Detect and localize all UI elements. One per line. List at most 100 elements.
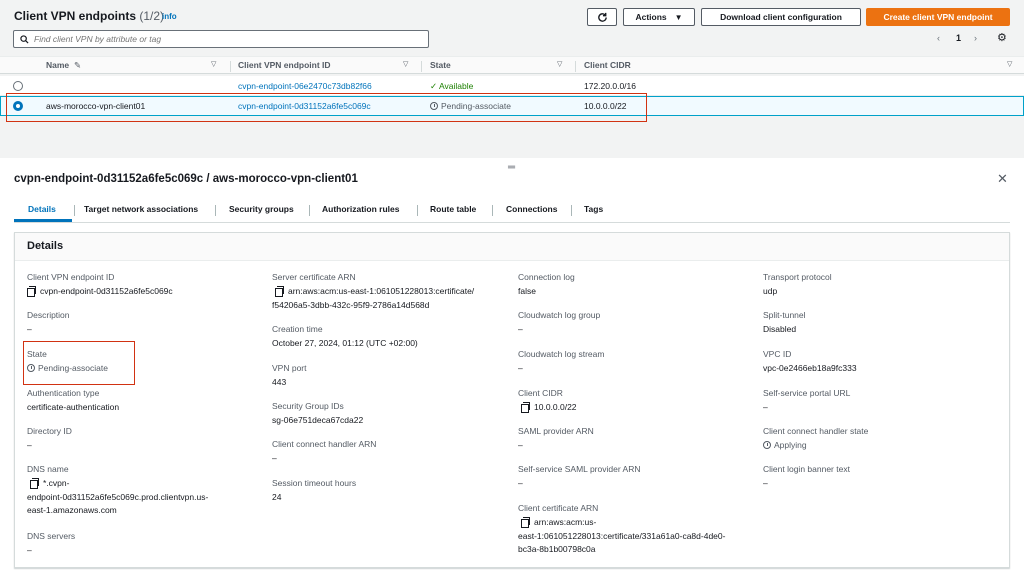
tab-connections[interactable]: Connections [506,204,557,214]
copy-icon[interactable] [27,286,36,297]
vpn-port-label: VPN port [272,363,307,373]
portal-url-value: – [763,402,768,412]
connect-handler-arn-value: – [272,453,277,463]
table-header: Name ✎ ▽ Client VPN endpoint ID ▽ State … [0,56,1024,74]
split-tunnel-label: Split-tunnel [763,310,806,320]
vpn-port-value: 443 [272,377,287,387]
search-input[interactable] [34,34,414,44]
banner-label: Client login banner text [763,464,850,474]
tab-route-table[interactable]: Route table [430,204,476,214]
actions-button[interactable]: Actions ▼ [623,8,695,26]
server-cert-label: Server certificate ARN [272,272,356,282]
sort-cidr-icon[interactable]: ▽ [1007,60,1012,68]
copy-icon[interactable] [521,517,530,528]
tab-target-network[interactable]: Target network associations [84,204,198,214]
handler-state-label: Client connect handler state [763,426,869,436]
session-timeout-label: Session timeout hours [272,478,357,488]
refresh-button[interactable] [587,8,617,26]
col-state[interactable]: State [430,60,451,70]
row-radio[interactable] [13,81,23,91]
creation-time-label: Creation time [272,324,323,334]
row-state: ✓ Available [430,81,474,91]
cw-log-group-value: – [518,324,523,334]
row-cidr: 172.20.0.0/16 [584,81,636,91]
active-tab-indicator [14,219,72,222]
description-label: Description [27,310,70,320]
directory-id-value: – [27,440,32,450]
auth-type-label: Authentication type [27,388,100,398]
connect-handler-arn-label: Client connect handler ARN [272,439,377,449]
split-tunnel-value: Disabled [763,324,797,334]
sort-name-icon[interactable]: ▽ [211,60,216,68]
directory-id-label: Directory ID [27,426,72,436]
connection-log-value: false [518,286,536,296]
cw-log-stream-value: – [518,363,523,373]
row-endpoint-id-link[interactable]: cvpn-endpoint-06e2470c73db82f66 [238,81,372,91]
server-cert-value: arn:aws:acm:us-east-1:061051228013:certi… [272,286,475,310]
col-client-cidr[interactable]: Client CIDR [584,60,631,70]
saml-provider-label: SAML provider ARN [518,426,594,436]
cw-log-group-label: Cloudwatch log group [518,310,601,320]
search-icon [20,34,29,44]
details-heading: Details [27,240,64,252]
auth-type-value: certificate-authentication [27,402,120,412]
transport-value: udp [763,286,778,296]
client-cidr-value: 10.0.0.0/22 [518,401,577,415]
detail-title: cvpn-endpoint-0d31152a6fe5c069c / aws-mo… [14,173,358,185]
download-config-button[interactable]: Download client configuration [701,8,861,26]
handler-state-value: Applying [763,439,807,453]
col-endpoint-id[interactable]: Client VPN endpoint ID [238,60,331,70]
edit-pencil-icon: ✎ [74,60,82,70]
dns-servers-label: DNS servers [27,531,76,541]
session-timeout-value: 24 [272,492,282,502]
dns-name-value: *.cvpn- endpoint-0d31152a6fe5c069c.prod.… [27,478,209,515]
vpc-id-link[interactable]: vpc-0e2466eb18a9fc333 [763,362,857,376]
description-value: – [27,324,32,334]
endpoint-id-value: cvpn-endpoint-0d31152a6fe5c069c [27,285,173,299]
cw-log-stream-label: Cloudwatch log stream [518,349,605,359]
endpoint-id-label: Client VPN endpoint ID [27,272,115,282]
create-endpoint-button[interactable]: Create client VPN endpoint [866,8,1010,26]
refresh-icon [597,12,607,22]
tab-authorization[interactable]: Authorization rules [322,204,399,214]
highlight-annotation [6,93,647,122]
split-panel-handle[interactable]: ═ [508,162,515,173]
col-name[interactable]: Name [46,60,69,70]
dns-name-label: DNS name [27,464,69,474]
tab-security-groups[interactable]: Security groups [229,204,294,214]
pending-icon [763,441,771,449]
list-title: Client VPN endpoints (1/2) [14,9,165,23]
details-card-header: Details [15,233,1009,261]
tab-details[interactable]: Details [28,204,56,214]
copy-icon[interactable] [30,478,39,489]
copy-icon[interactable] [275,286,284,297]
next-page-icon[interactable]: › [974,33,977,43]
saml-provider-value: – [518,440,523,450]
client-cert-value: arn:aws:acm:us- east-1:061051228013:cert… [518,517,726,554]
selection-count: (1/2) [139,9,165,23]
page-number[interactable]: 1 [956,33,961,43]
settings-gear-icon[interactable]: ⚙ [997,31,1007,44]
tab-tags[interactable]: Tags [584,204,603,214]
detail-tabs: Details Target network associations Secu… [14,199,1010,223]
connection-log-label: Connection log [518,272,575,282]
check-circle-icon: ✓ [430,81,440,91]
banner-value: – [763,478,768,488]
portal-url-label: Self-service portal URL [763,388,851,398]
client-cidr-label: Client CIDR [518,388,563,398]
ss-saml-provider-label: Self-service SAML provider ARN [518,464,641,474]
caret-down-icon: ▼ [674,12,683,22]
sort-state-icon[interactable]: ▽ [557,60,562,68]
copy-icon[interactable] [521,402,530,413]
transport-label: Transport protocol [763,272,832,282]
ss-saml-provider-value: – [518,478,523,488]
creation-time-value: October 27, 2024, 01:12 (UTC +02:00) [272,338,418,348]
info-link[interactable]: info [162,12,177,21]
sg-id-link[interactable]: sg-06e751deca67cda22 [272,414,363,428]
search-box[interactable] [13,30,429,48]
sort-id-icon[interactable]: ▽ [403,60,408,68]
prev-page-icon[interactable]: ‹ [937,33,940,43]
vpc-id-label: VPC ID [763,349,792,359]
close-icon[interactable]: ✕ [997,171,1008,187]
client-cert-label: Client certificate ARN [518,503,599,513]
